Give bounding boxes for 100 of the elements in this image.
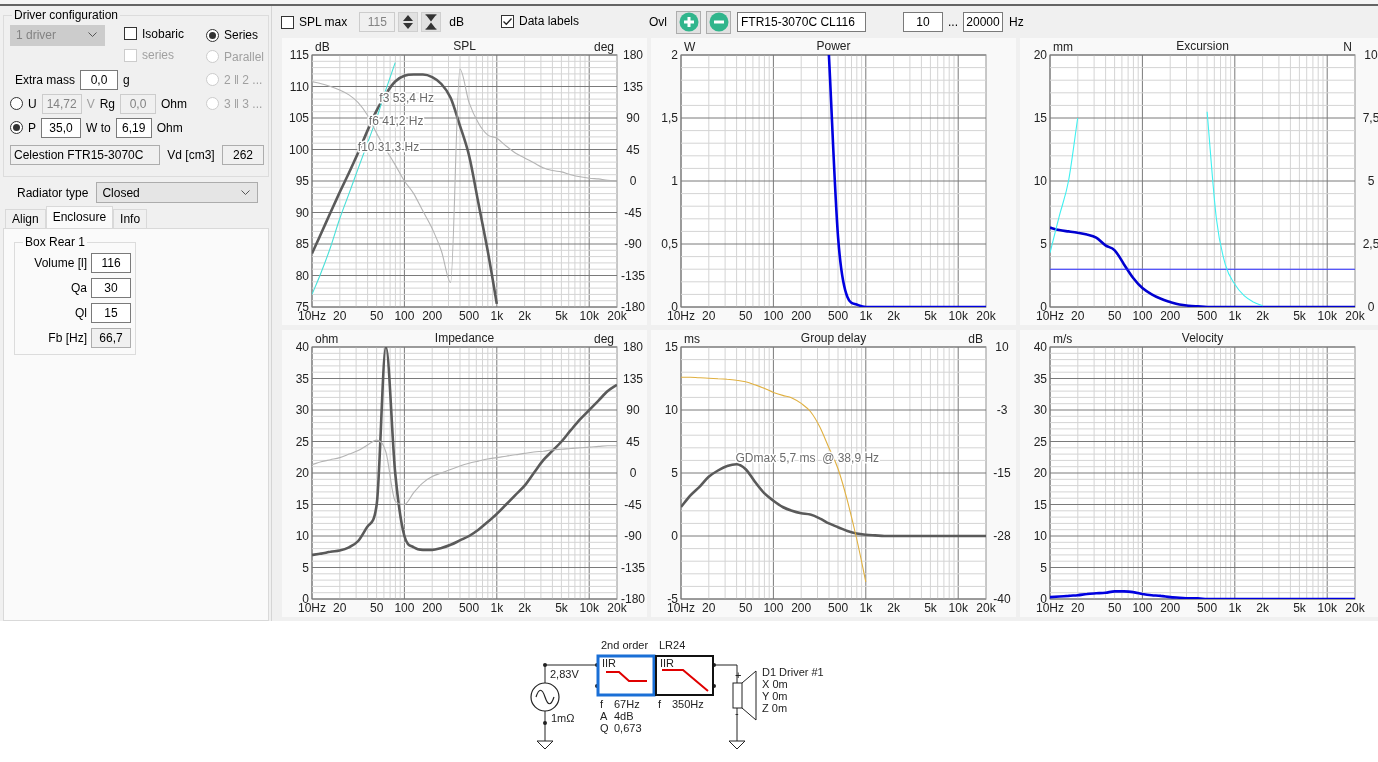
axis-tick-label: 110 <box>289 79 310 94</box>
filter-response-icon <box>661 669 709 692</box>
spin-button[interactable] <box>398 12 419 32</box>
axis-tick-label: 100 <box>1132 601 1153 615</box>
axis-tick-label: 1k <box>1228 309 1242 323</box>
axis-tick-label: 20 <box>333 309 347 323</box>
axis-unit-label: dB <box>968 332 984 346</box>
chart-title: Velocity <box>1181 331 1224 345</box>
axis-tick-label: 5k <box>924 601 937 615</box>
input-field[interactable]: 10 <box>903 12 943 32</box>
axis-tick-label: 40 <box>1033 340 1048 354</box>
axis-tick-label: 5 <box>1367 174 1375 188</box>
axis-tick-label: 15 <box>295 497 310 512</box>
axis-tick-label: 100 <box>394 309 415 323</box>
input-field[interactable]: 0,0 <box>80 69 118 90</box>
input-field[interactable]: FTR15-3070C CL116 <box>737 12 866 32</box>
driver-name: D1 Driver #1 <box>762 666 824 678</box>
filter-type-label: IIR <box>660 657 675 669</box>
chart-title: Power <box>816 39 851 53</box>
resistance-label: 1mΩ <box>551 712 575 724</box>
tab[interactable]: Enclosure <box>45 206 114 228</box>
polarity-label: - <box>735 707 739 719</box>
unit-label: dB <box>449 15 464 29</box>
input-field[interactable]: 6,19 <box>115 117 152 138</box>
input-field[interactable]: 66,7 <box>91 328 131 348</box>
parameter-name: A <box>600 710 608 722</box>
checkbox[interactable] <box>124 27 137 41</box>
axis-unit-label: deg <box>594 332 615 346</box>
axis-tick-label: -15 <box>993 466 1011 480</box>
field-label: Vd [cm3] <box>167 148 215 162</box>
add-button[interactable] <box>676 10 701 34</box>
field-label: Rg <box>99 96 116 111</box>
filter-block[interactable] <box>655 655 714 696</box>
axis-tick-label: 2k <box>887 601 900 615</box>
input-field[interactable]: 30 <box>91 278 131 298</box>
axis-tick-label: 50 <box>370 601 384 615</box>
axis-tick-label: 10 <box>1033 529 1048 543</box>
axis-tick-label: 50 <box>370 309 384 323</box>
input-field[interactable]: 20000 <box>963 12 1004 32</box>
axis-unit-label: mm <box>1053 40 1074 54</box>
axis-tick-label: -135 <box>621 268 646 283</box>
junction-dot <box>543 663 547 667</box>
axis-tick-label: 5k <box>1293 309 1306 323</box>
axis-tick-label: 20 <box>295 466 310 480</box>
axis-tick-label: 500 <box>459 309 480 323</box>
hourglass-icon <box>425 14 438 30</box>
axis-tick-label: 200 <box>422 601 443 615</box>
axis-tick-label: 200 <box>791 601 812 615</box>
input-field[interactable]: 15 <box>91 303 131 323</box>
tab[interactable]: Info <box>113 209 148 228</box>
chart-title: Impedance <box>434 331 495 345</box>
axis-tick-label: 35 <box>295 371 310 386</box>
axis-tick-label: 10 <box>664 403 679 417</box>
tab[interactable]: Align <box>5 209 46 228</box>
axis-tick-label: 90 <box>295 205 310 220</box>
axis-tick-label: 30 <box>1033 403 1048 417</box>
axis-tick-label: -45 <box>624 497 642 512</box>
input-field[interactable]: 35,0 <box>41 117 81 138</box>
range-separator: ... <box>948 15 959 29</box>
axis-tick-label: 40 <box>295 340 310 354</box>
radio-label: 2 ‖ 2 ... <box>224 72 263 87</box>
parameter-name: f <box>658 698 662 710</box>
axis-unit-label: W <box>684 40 696 54</box>
checkbox[interactable] <box>500 14 514 28</box>
parameter-value: 350Hz <box>672 698 704 710</box>
driver-name-field[interactable]: Celestion FTR15-3070C <box>10 145 160 165</box>
axis-tick-label: 25 <box>1033 434 1048 449</box>
group-title: Box Rear 1 <box>24 235 87 249</box>
filter-block[interactable] <box>596 654 656 697</box>
collapse-button[interactable] <box>421 12 442 32</box>
parameter-value: 67Hz <box>614 698 640 710</box>
voltage-label: 2,83V <box>550 668 579 680</box>
radio-button[interactable] <box>10 121 23 134</box>
axis-tick-label: 45 <box>626 434 640 449</box>
axis-tick-label: 1,5 <box>661 111 679 125</box>
remove-button[interactable] <box>706 10 731 34</box>
axis-tick-label: 80 <box>295 268 310 283</box>
filter-title: LR24 <box>659 639 686 651</box>
field-label: Radiator type <box>17 185 89 200</box>
axis-tick-label: 0 <box>671 529 679 543</box>
axis-unit-label: N <box>1343 40 1353 54</box>
parameter-value: 0,673 <box>614 722 642 734</box>
axis-tick-label: 0 <box>629 174 637 188</box>
axis-tick-label: 100 <box>289 142 310 157</box>
junction-dot <box>543 721 547 725</box>
axis-unit-label: ms <box>684 332 701 346</box>
unit-label: W to <box>86 120 111 135</box>
axis-tick-label: -90 <box>624 237 642 251</box>
input-field[interactable]: 262 <box>222 145 264 165</box>
input-field[interactable]: 116 <box>91 253 131 273</box>
checkbox[interactable] <box>281 15 295 29</box>
checkbox-label: series <box>142 48 174 63</box>
radio-button[interactable] <box>206 28 219 42</box>
parameter-name: f <box>600 698 604 710</box>
dropdown[interactable]: Closed <box>96 182 259 203</box>
axis-tick-label: 135 <box>623 371 644 386</box>
axis-tick-label: 1k <box>490 309 504 323</box>
axis-tick-label: 105 <box>289 111 310 125</box>
parameter-value: 4dB <box>614 710 634 722</box>
axis-tick-label: 2k <box>1256 309 1269 323</box>
